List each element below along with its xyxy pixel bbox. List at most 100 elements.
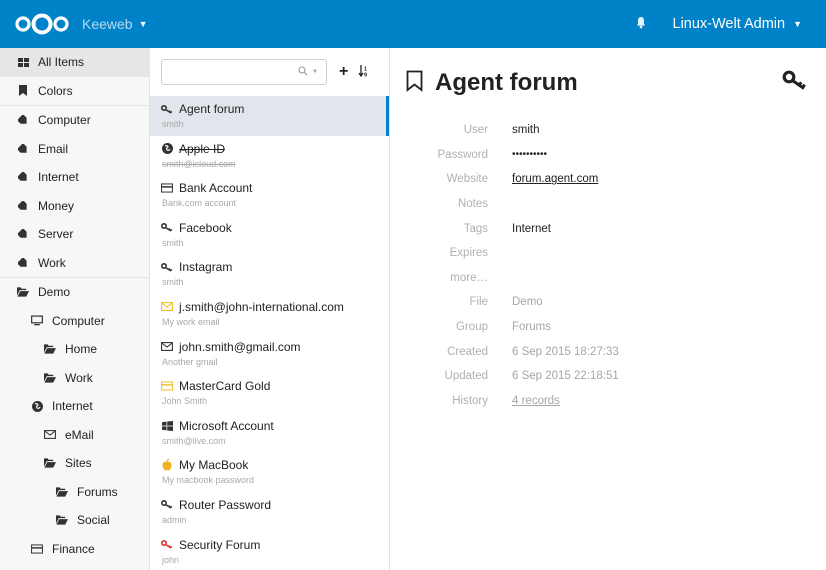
sidebar-item-label: eMail bbox=[65, 427, 94, 442]
field-notes: Notes bbox=[390, 192, 826, 217]
folder-open-icon bbox=[44, 457, 56, 469]
caret-down-icon[interactable]: ▼ bbox=[312, 69, 318, 75]
folder-open-icon bbox=[44, 372, 56, 384]
field-group: Group Forums bbox=[390, 315, 826, 340]
sidebar-item-label: Internet bbox=[52, 399, 93, 414]
field-label: File bbox=[469, 296, 488, 309]
sidebar-item-tag-computer[interactable]: Computer bbox=[0, 106, 149, 135]
sidebar-item-group-finance[interactable]: Finance bbox=[0, 535, 149, 564]
list-item[interactable]: MasterCard Gold John Smith bbox=[150, 373, 389, 413]
sidebar-item-tag-email[interactable]: Email bbox=[0, 135, 149, 164]
key-icon bbox=[161, 223, 173, 232]
field-expires: Expires bbox=[390, 241, 826, 266]
key-icon bbox=[161, 262, 173, 272]
credit-card-icon bbox=[31, 543, 43, 555]
sidebar-item-group-sites[interactable]: Sites bbox=[0, 449, 149, 478]
sidebar-item-tag-internet[interactable]: Internet bbox=[0, 163, 149, 192]
key-icon[interactable] bbox=[782, 70, 808, 95]
bookmark-outline-icon[interactable] bbox=[406, 70, 423, 97]
entry-subtitle: John Smith bbox=[162, 396, 208, 407]
sidebar-item-group-email[interactable]: eMail bbox=[0, 421, 149, 450]
credit-card-icon bbox=[161, 183, 173, 193]
tag-icon bbox=[17, 228, 29, 240]
sidebar-item-group-social[interactable]: Social bbox=[0, 506, 149, 535]
sidebar: All Items Colors Computer Email Internet… bbox=[0, 48, 150, 570]
credit-card-icon bbox=[161, 381, 173, 391]
app-name: Keeweb bbox=[82, 16, 133, 32]
entry-detail-title[interactable]: Agent forum bbox=[435, 69, 578, 97]
sidebar-item-label: Computer bbox=[52, 313, 105, 328]
entry-title: My MacBook bbox=[179, 458, 249, 473]
key-icon bbox=[161, 104, 173, 114]
entry-subtitle: My macbook password bbox=[162, 475, 255, 486]
list-item[interactable]: Microsoft Account smith@live.com bbox=[150, 413, 389, 453]
field-label: Password bbox=[437, 148, 489, 161]
globe-icon bbox=[161, 143, 173, 155]
apple-icon bbox=[161, 459, 173, 471]
sidebar-item-tag-work[interactable]: Work bbox=[0, 249, 149, 278]
search-icon bbox=[298, 65, 308, 79]
field-label: Website bbox=[446, 173, 488, 186]
field-value[interactable]: smith bbox=[512, 124, 539, 136]
tag-icon bbox=[17, 143, 29, 155]
user-menu[interactable]: Linux-Welt Admin ▼ bbox=[673, 16, 802, 32]
windows-icon bbox=[161, 420, 173, 431]
nextcloud-logo-icon[interactable] bbox=[14, 13, 70, 35]
key-icon bbox=[161, 500, 173, 510]
sidebar-item-group-home[interactable]: Home bbox=[0, 335, 149, 364]
bookmark-icon bbox=[17, 85, 29, 97]
list-item[interactable]: Apple ID smith@icloud.com bbox=[150, 136, 389, 176]
sidebar-item-colors[interactable]: Colors bbox=[0, 77, 149, 106]
entry-subtitle: smith bbox=[162, 119, 184, 129]
entry-title: Security Forum bbox=[179, 537, 261, 552]
field-value[interactable]: Internet bbox=[512, 223, 551, 235]
sidebar-item-all-items[interactable]: All Items bbox=[0, 48, 149, 77]
sidebar-item-group-internet[interactable]: Internet bbox=[0, 392, 149, 421]
field-label: Updated bbox=[444, 370, 488, 383]
field-website: Website forum.agent.com bbox=[390, 167, 826, 192]
list-item[interactable]: j.smith@john-international.com My work e… bbox=[150, 294, 389, 334]
key-icon bbox=[161, 540, 173, 549]
notification-bell-icon[interactable] bbox=[635, 16, 647, 32]
user-name: Linux-Welt Admin bbox=[672, 16, 786, 32]
sidebar-item-group-computer[interactable]: Computer bbox=[0, 307, 149, 336]
entry-title: Router Password bbox=[179, 497, 272, 512]
field-value: Demo bbox=[512, 296, 543, 309]
sort-button[interactable]: 19 bbox=[358, 64, 370, 80]
entry-list: ▼ + 19 Agent forum smith Apple ID smith@… bbox=[150, 48, 390, 570]
folder-open-icon bbox=[17, 286, 29, 298]
list-item[interactable]: My MacBook My macbook password bbox=[150, 452, 389, 492]
list-item[interactable]: john.smith@gmail.com Another gmail bbox=[150, 334, 389, 374]
list-item[interactable]: Router Password admin bbox=[150, 492, 389, 532]
entry-title: Facebook bbox=[179, 220, 232, 235]
caret-down-icon: ▼ bbox=[793, 19, 802, 29]
field-value[interactable]: •••••••••• bbox=[512, 149, 547, 160]
history-link[interactable]: 4 records bbox=[512, 395, 560, 407]
list-item[interactable]: Instagram smith bbox=[150, 254, 389, 294]
tag-icon bbox=[17, 171, 29, 183]
search-input[interactable]: ▼ bbox=[161, 59, 327, 85]
sidebar-item-group-demo[interactable]: Demo bbox=[0, 278, 149, 307]
sidebar-item-tag-server[interactable]: Server bbox=[0, 220, 149, 249]
envelope-icon bbox=[161, 302, 173, 312]
list-item[interactable]: Facebook smith bbox=[150, 215, 389, 255]
tag-icon bbox=[17, 257, 29, 269]
field-label: Tags bbox=[463, 222, 488, 235]
field-password: Password •••••••••• bbox=[390, 143, 826, 168]
sidebar-item-group-forums[interactable]: Forums bbox=[0, 478, 149, 507]
tag-icon bbox=[17, 114, 29, 126]
list-item[interactable]: Agent forum smith bbox=[150, 96, 389, 136]
field-more: more… bbox=[390, 266, 826, 291]
sidebar-item-label: Work bbox=[65, 370, 93, 385]
entry-subtitle: Another gmail bbox=[162, 356, 218, 367]
list-item[interactable]: Bank Account Bank.com account bbox=[150, 175, 389, 215]
sidebar-item-group-work[interactable]: Work bbox=[0, 364, 149, 393]
field-label: History bbox=[452, 394, 488, 407]
add-entry-button[interactable]: + bbox=[339, 63, 348, 81]
app-menu-button[interactable]: Keeweb ▼ bbox=[82, 16, 148, 32]
list-item[interactable]: Security Forum john bbox=[150, 532, 389, 570]
website-link[interactable]: forum.agent.com bbox=[512, 173, 598, 185]
sidebar-item-label: Money bbox=[38, 198, 75, 213]
sidebar-item-tag-money[interactable]: Money bbox=[0, 192, 149, 221]
more-fields-link[interactable]: more… bbox=[390, 272, 488, 284]
